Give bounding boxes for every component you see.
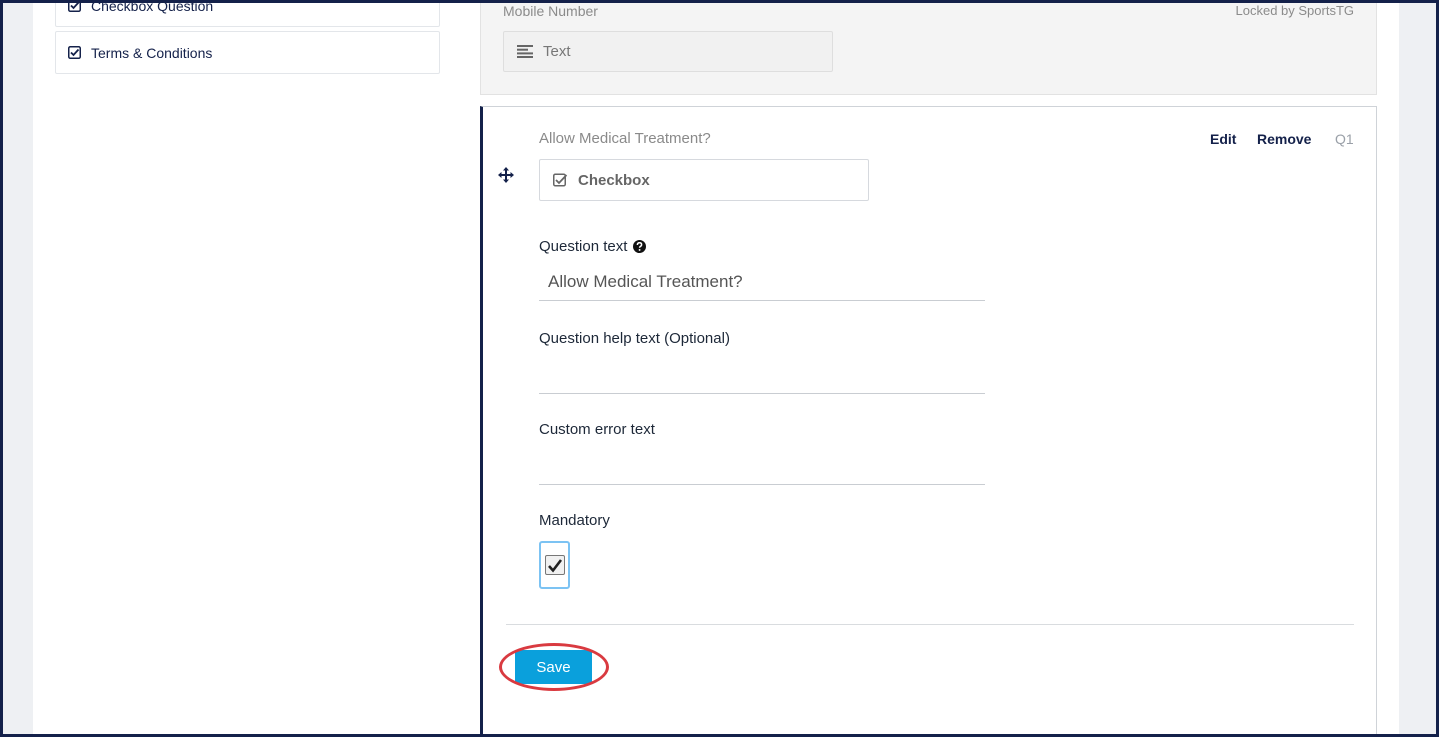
checkbox-icon bbox=[68, 0, 81, 12]
mandatory-checkbox[interactable] bbox=[539, 541, 570, 589]
error-text-input[interactable] bbox=[539, 447, 985, 485]
save-button[interactable]: Save bbox=[515, 650, 592, 684]
field-type-box: Text bbox=[503, 31, 833, 72]
checkbox-icon bbox=[68, 46, 81, 59]
edit-link[interactable]: Edit bbox=[1210, 131, 1236, 147]
checkmark-icon bbox=[544, 555, 565, 575]
divider bbox=[506, 624, 1354, 625]
locked-by-text: Locked by SportsTG bbox=[1235, 3, 1355, 18]
question-type-box: Checkbox bbox=[539, 159, 869, 201]
mandatory-label: Mandatory bbox=[539, 512, 610, 529]
text-lines-icon bbox=[517, 45, 533, 58]
remove-link[interactable]: Remove bbox=[1257, 131, 1311, 147]
field-label: Mobile Number bbox=[503, 3, 598, 19]
help-text-input[interactable] bbox=[539, 356, 985, 394]
sidebar-item-label: Checkbox Question bbox=[91, 0, 214, 14]
sidebar-item-terms-conditions[interactable]: Terms & Conditions bbox=[55, 31, 440, 74]
sidebar-item-label: Terms & Conditions bbox=[91, 44, 213, 61]
question-text-input[interactable] bbox=[539, 263, 985, 301]
locked-question-card: Mobile Number Locked by SportsTG Text bbox=[480, 3, 1377, 95]
error-text-label: Custom error text bbox=[539, 421, 655, 438]
help-icon[interactable] bbox=[633, 240, 647, 253]
checkbox-icon bbox=[553, 173, 568, 187]
sidebar-item-checkbox-question[interactable]: Checkbox Question bbox=[55, 0, 440, 27]
field-type-label: Text bbox=[543, 43, 571, 60]
question-title: Allow Medical Treatment? bbox=[539, 130, 711, 147]
question-number: Q1 bbox=[1335, 131, 1354, 147]
question-text-label-text: Question text bbox=[539, 238, 628, 255]
move-icon[interactable] bbox=[497, 166, 515, 184]
help-text-label: Question help text (Optional) bbox=[539, 330, 730, 347]
question-type-label: Checkbox bbox=[578, 171, 650, 189]
question-text-label: Question text bbox=[539, 238, 647, 255]
